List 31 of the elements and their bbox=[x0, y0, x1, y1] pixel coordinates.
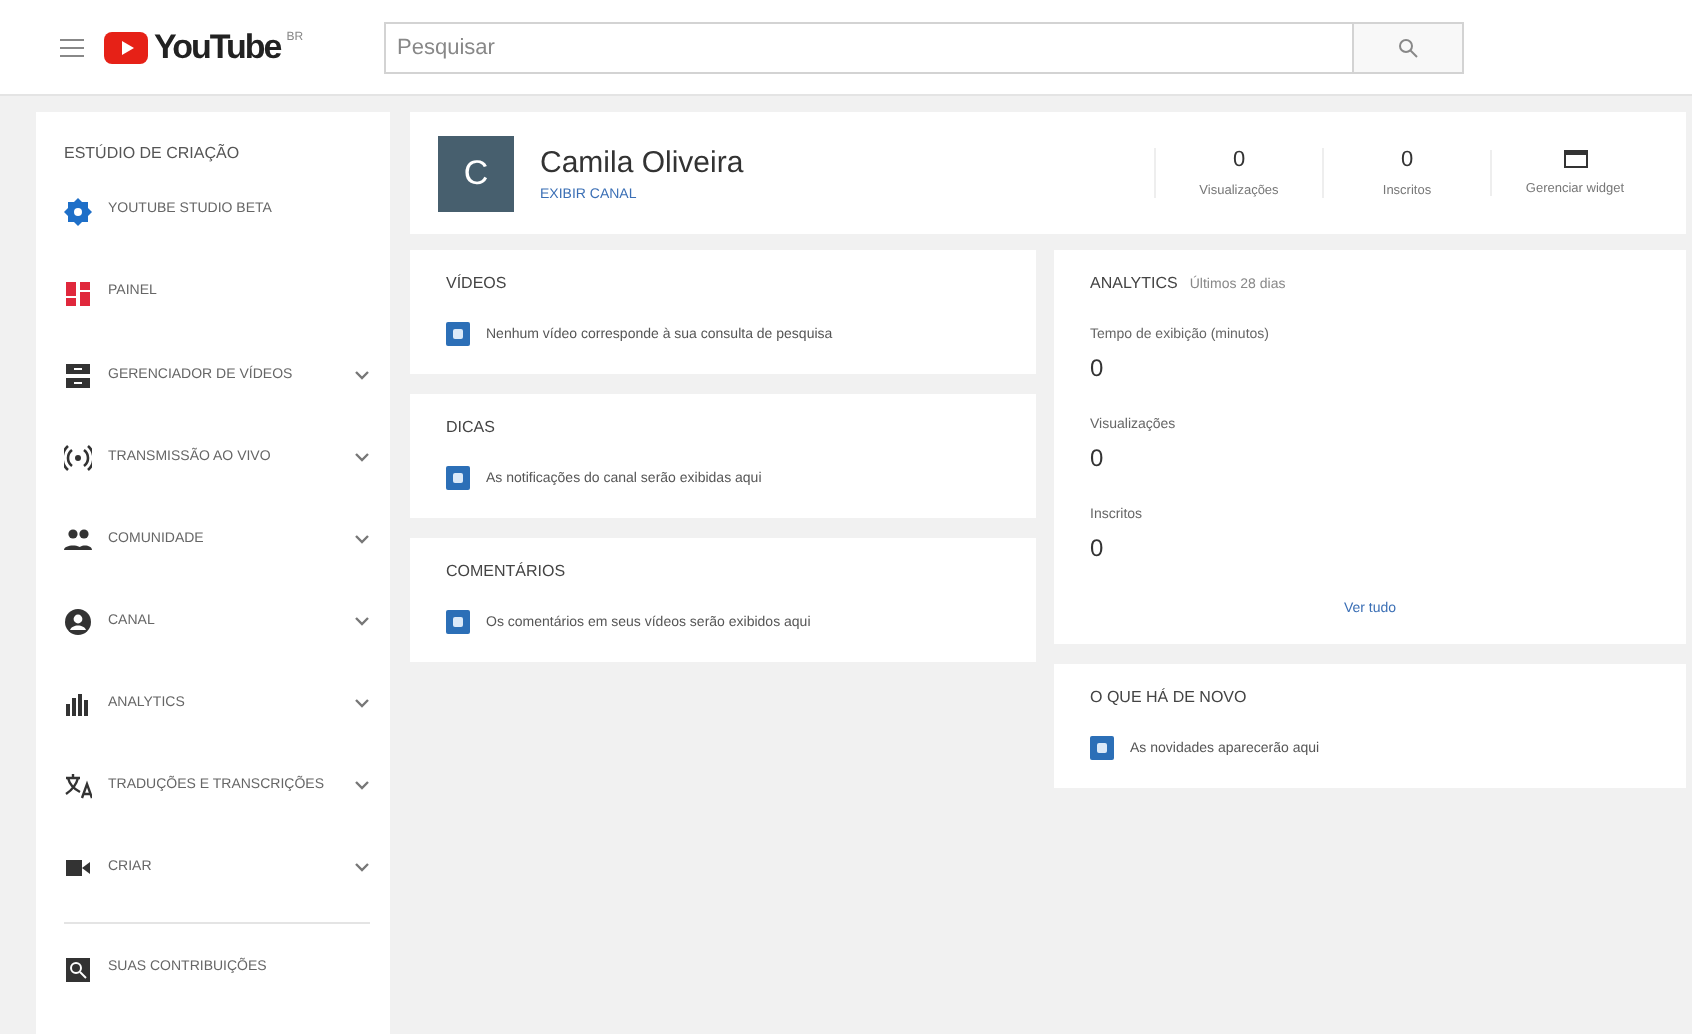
chevron-down-icon[interactable] bbox=[354, 451, 370, 464]
logo-text[interactable]: YouTube bbox=[154, 27, 281, 67]
card-title: COMENTÁRIOS bbox=[446, 562, 568, 580]
channel-avatar: C bbox=[438, 135, 514, 211]
chevron-down-icon[interactable] bbox=[354, 616, 370, 629]
card-title: ANALYTICS bbox=[1090, 274, 1178, 292]
chevron-down-icon[interactable] bbox=[354, 780, 370, 793]
stat-value: 0 bbox=[1232, 148, 1246, 172]
chevron-down-icon[interactable] bbox=[354, 369, 370, 382]
channel-name: Camila Oliveira bbox=[540, 145, 746, 179]
metric-value: 0 bbox=[1090, 444, 1106, 472]
chevron-down-icon[interactable] bbox=[354, 533, 370, 546]
card-title: VÍDEOS bbox=[446, 274, 509, 292]
notice-icon bbox=[446, 610, 470, 634]
chevron-down-icon[interactable] bbox=[354, 862, 370, 875]
notice-icon bbox=[446, 466, 470, 490]
card-title: O QUE HÁ DE NOVO bbox=[1090, 688, 1249, 706]
sidebar-title: ESTÚDIO DE CRIAÇÃO bbox=[64, 144, 242, 162]
card-title: DICAS bbox=[446, 418, 497, 436]
stat-value: 0 bbox=[1400, 148, 1414, 172]
notice-icon bbox=[1090, 736, 1114, 760]
search-icon bbox=[1397, 37, 1418, 57]
widget-icon[interactable] bbox=[1563, 150, 1587, 170]
metric-value: 0 bbox=[1090, 534, 1106, 562]
menu-icon[interactable] bbox=[60, 37, 84, 57]
chevron-down-icon[interactable] bbox=[354, 698, 370, 711]
play-logo-icon[interactable] bbox=[104, 31, 148, 63]
notice-icon bbox=[446, 322, 470, 346]
metric-value: 0 bbox=[1090, 354, 1106, 382]
contributions-icon bbox=[64, 955, 92, 984]
search-field[interactable]: Pesquisar bbox=[383, 21, 1352, 73]
